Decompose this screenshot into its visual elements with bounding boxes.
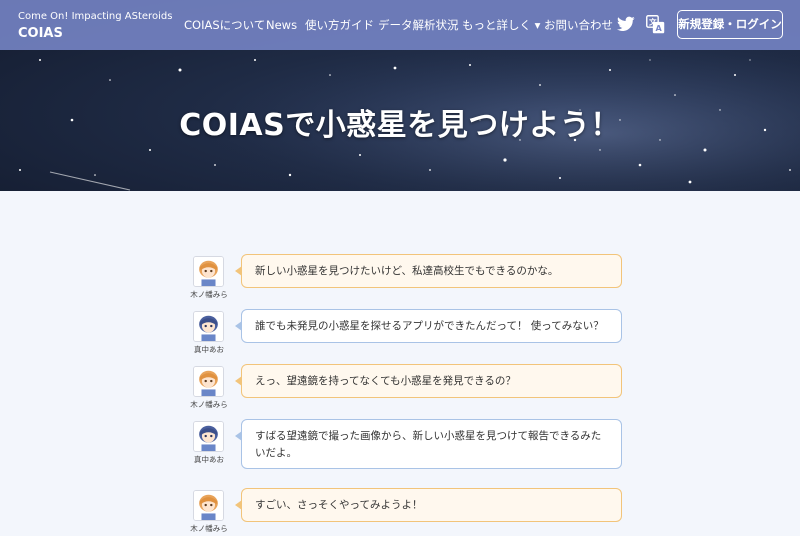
speaker-name: 真中あお [194,455,224,464]
bubble-tail [235,431,242,441]
speech-bubble: すごい、さっそくやってみようよ！ [235,488,622,522]
speech-bubble: えっ、望遠鏡を持ってなくても小惑星を発見できるの？ [235,364,622,398]
speaker-name: 真中あお [194,345,224,354]
brand-name: COIAS [18,26,63,41]
message-text: すごい、さっそくやってみようよ！ [255,499,423,511]
mira-avatar-icon [193,490,224,521]
bubble-tail [235,321,242,331]
speaker-name: 木ノ幡みら [190,524,228,533]
svg-text:A: A [656,24,663,33]
signup-login-button[interactable]: 新規登録・ログイン [677,10,783,39]
speaker-name: 木ノ幡みら [190,290,228,299]
hero-title: COIASで小惑星を見つけよう！ [179,108,621,143]
bubble-tail [235,266,242,276]
nav-item-more-dropdown[interactable]: もっと詳しく ▾ [462,17,540,33]
nav-item-guide[interactable]: 使い方ガイド [305,17,374,33]
ao-avatar-icon [193,421,224,452]
message-text: 誰でも未発見の小惑星を探せるアプリができたんだって！ 使ってみない？ [255,320,604,332]
brand-tagline: Come On! Impacting ASteroids [18,11,173,22]
mira-avatar-icon [193,366,224,397]
message-text: 新しい小惑星を見つけたいけど、私達高校生でもできるのかな。 [255,265,559,277]
speech-bubble: すばる望遠鏡で撮った画像から、新しい小惑星を見つけて報告できるみたいだよ。 [235,419,622,469]
bubble-tail [235,376,242,386]
top-navbar: Come On! Impacting ASteroids COIAS COIAS… [0,0,800,50]
nav-item-about[interactable]: COIASについて [184,17,265,33]
ao-avatar-icon [193,311,224,342]
message-text: えっ、望遠鏡を持ってなくても小惑星を発見できるの？ [255,375,516,387]
twitter-bird-icon[interactable] [617,16,635,32]
nav-item-data-status[interactable]: データ解析状況 [378,17,459,33]
bubble-tail [235,500,242,510]
brand-logo[interactable]: Come On! Impacting ASteroids COIAS [18,10,172,41]
nav-item-contact[interactable]: お問い合わせ [544,17,613,33]
nav-item-news[interactable]: News [266,17,297,33]
message-text: すばる望遠鏡で撮った画像から、新しい小惑星を見つけて報告できるみたいだよ。 [255,430,602,459]
speaker-name: 木ノ幡みら [190,400,228,409]
intro-conversation: 木ノ幡みら 新しい小惑星を見つけたいけど、私達高校生でもできるのかな。 真中あお… [0,191,800,536]
speech-bubble: 誰でも未発見の小惑星を探せるアプリができたんだって！ 使ってみない？ [235,309,622,343]
translate-icon[interactable]: 文 A [646,15,665,34]
mira-avatar-icon [193,256,224,287]
speech-bubble: 新しい小惑星を見つけたいけど、私達高校生でもできるのかな。 [235,254,622,288]
